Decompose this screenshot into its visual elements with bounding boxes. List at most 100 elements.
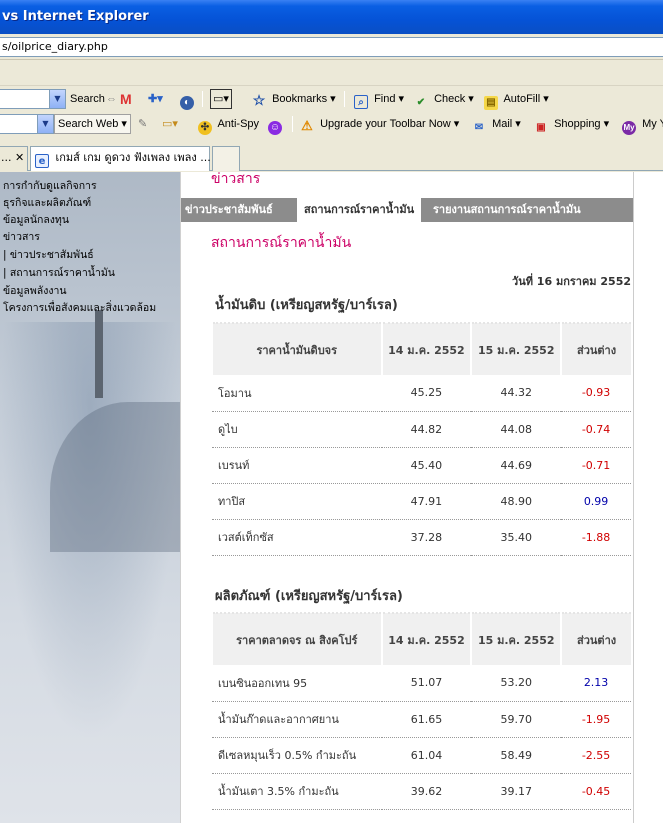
column-header: ราคาน้ำมันดิบจร xyxy=(211,322,382,375)
checkmark-icon: ✔ xyxy=(416,97,426,108)
bookmarks-button[interactable]: ☆ Bookmarks ▾ xyxy=(252,90,336,108)
search-label: Search xyxy=(70,93,105,105)
window-title: vs Internet Explorer xyxy=(2,9,149,24)
row-name: ดีเซลหมุนเร็ว 0.5% กำมะถัน xyxy=(212,737,382,774)
autofill-label: AutoFill xyxy=(503,93,541,105)
row-name: ทาปิส xyxy=(212,483,382,520)
sidebar-item-news[interactable]: ข่าวสาร xyxy=(3,228,40,245)
tab-active[interactable]: e เกมส์ เกม ดูดวง ฟังเพลง เพลง ... xyxy=(30,146,211,171)
row-name: ดูไบ xyxy=(212,411,382,448)
upgrade-button[interactable]: ⚠ Upgrade your Toolbar Now ▾ xyxy=(300,115,459,133)
tab-press-release[interactable]: ข่าวประชาสัมพันธ์ xyxy=(185,198,273,222)
table-row: ทาปิส 47.91 48.90 0.99 xyxy=(212,483,631,520)
my-yahoo-button[interactable]: My My Y xyxy=(622,115,663,135)
price-14: 39.62 xyxy=(381,773,472,810)
price-diff: -1.95 xyxy=(561,701,631,738)
close-icon[interactable]: ✕ xyxy=(15,151,24,164)
antispy-label: Anti-Spy xyxy=(217,118,260,130)
antispy-icon: ✣ xyxy=(198,121,212,135)
sidebar-item-csr[interactable]: โครงการเพื่อสังคมและสิ่งแวดล้อม xyxy=(3,299,156,316)
my-yahoo-icon: My xyxy=(622,121,636,135)
price-diff: -0.74 xyxy=(561,411,631,448)
address-input[interactable]: s/oilprice_diary.php xyxy=(0,37,663,57)
gmail-icon[interactable]: M xyxy=(120,90,132,108)
sidebar-item-business[interactable]: ธุรกิจและผลิตภัณฑ์ xyxy=(3,194,91,211)
price-14: 61.65 xyxy=(381,701,472,738)
table-row: ดูไบ 44.82 44.08 -0.74 xyxy=(212,411,631,448)
background-chimney xyxy=(95,310,103,398)
autofill-button[interactable]: ▤ AutoFill ▾ xyxy=(484,90,549,110)
tab-strip: ... ✕ e เกมส์ เกม ดูดวง ฟังเพลง เพลง ... xyxy=(0,137,663,171)
price-15: 44.69 xyxy=(471,447,562,484)
sidebar-item-governance[interactable]: การกำกับดูแลกิจการ xyxy=(3,177,97,194)
search-web-label: Search Web xyxy=(58,118,119,130)
plus-icon[interactable]: ✚▾ xyxy=(148,90,163,108)
ie-page-icon: e xyxy=(35,154,49,168)
row-name: โอมาน xyxy=(212,375,382,412)
popup-blocker-icon[interactable]: ▭▾ xyxy=(210,89,232,109)
new-tab-button[interactable] xyxy=(212,146,240,171)
mail-label: Mail xyxy=(492,118,513,130)
sidebar-item-press[interactable]: | ข่าวประชาสัมพันธ์ xyxy=(3,246,94,263)
messenger-icon[interactable]: ☺ xyxy=(268,115,285,135)
form-icon[interactable]: ▭▾ xyxy=(162,115,178,133)
shopping-label: Shopping xyxy=(554,118,601,130)
tab-oil-report[interactable]: รายงานสถานการณ์ราคาน้ำมัน xyxy=(433,198,581,222)
globe-icon[interactable]: ◐ xyxy=(180,90,197,110)
price-diff: -0.45 xyxy=(561,773,631,810)
pencil-icon[interactable]: ✎ xyxy=(138,115,147,133)
table-row: ดีเซลหมุนเร็ว 0.5% กำมะถัน 61.04 58.49 -… xyxy=(212,737,631,774)
search-toolbar: ▼ Search ⇔ M ✚▾ ◐ ▭▾ ☆ Bookmarks ▾ ⌕ Fin… xyxy=(0,86,663,112)
chevron-down-icon[interactable]: ▼ xyxy=(37,115,53,133)
page-headline: ข่าวสาร xyxy=(211,172,261,187)
column-header: ราคาตลาดจร ณ สิงคโปร์ xyxy=(211,612,382,665)
price-14: 51.07 xyxy=(381,665,472,702)
search-web-button[interactable]: Search Web ▾ xyxy=(54,114,131,134)
autofill-icon: ▤ xyxy=(484,96,498,110)
sidebar-item-oil-price[interactable]: | สถานการณ์ราคาน้ำมัน xyxy=(3,264,115,281)
find-button[interactable]: ⌕ Find ▾ xyxy=(354,90,404,109)
sidebar: การกำกับดูแลกิจการ ธุรกิจและผลิตภัณฑ์ ข้… xyxy=(0,172,180,823)
price-14: 45.40 xyxy=(381,447,472,484)
price-15: 48.90 xyxy=(471,483,562,520)
table-row: โอมาน 45.25 44.32 -0.93 xyxy=(212,375,631,412)
price-14: 61.04 xyxy=(381,737,472,774)
shopping-bag-icon: ▣ xyxy=(536,122,546,133)
yahoo-toolbar: ▼ Search Web ▾ ✎ ▭▾ ✣ Anti-Spy ☺ ⚠ Upgra… xyxy=(0,111,663,137)
toolbar-divider xyxy=(292,116,293,132)
right-panel-edge xyxy=(633,172,663,823)
sidebar-item-investor[interactable]: ข้อมูลนักลงทุน xyxy=(3,211,69,228)
products-table-title: ผลิตภัณฑ์ (เหรียญสหรัฐ/บาร์เรล) xyxy=(215,589,403,604)
antispy-button[interactable]: ✣ Anti-Spy xyxy=(198,115,260,135)
price-15: 59.70 xyxy=(471,701,562,738)
price-15: 58.49 xyxy=(471,737,562,774)
web-search-combo[interactable]: ▼ xyxy=(0,114,54,134)
crude-table-title: น้ำมันดิบ (เหรียญสหรัฐ/บาร์เรล) xyxy=(215,298,398,313)
price-15: 35.40 xyxy=(471,519,562,556)
mail-button[interactable]: ✉ Mail ▾ xyxy=(472,115,521,133)
price-14: 37.28 xyxy=(381,519,472,556)
row-name: น้ำมันก๊าดและอากาศยาน xyxy=(212,701,382,738)
bookmarks-label: Bookmarks xyxy=(272,93,328,105)
content-tabs: ข่าวประชาสัมพันธ์ สถานการณ์ราคาน้ำมัน รา… xyxy=(181,198,634,222)
search-button[interactable]: Search xyxy=(70,90,105,108)
main-content: ข่าวสาร ข่าวประชาสัมพันธ์ สถานการณ์ราคาน… xyxy=(180,172,634,823)
tab-previous[interactable]: ... ✕ xyxy=(0,146,28,171)
my-yahoo-label: My Y xyxy=(642,118,663,130)
column-header: 15 ม.ค. 2552 xyxy=(470,322,562,375)
price-14: 44.82 xyxy=(381,411,472,448)
chevron-down-icon[interactable]: ▼ xyxy=(49,90,65,108)
column-header: ส่วนต่าง xyxy=(560,612,631,665)
sidebar-item-energy[interactable]: ข้อมูลพลังงาน xyxy=(3,282,67,299)
price-diff: 0.99 xyxy=(561,483,631,520)
toolbar-spacer xyxy=(0,60,663,86)
spell-check-button[interactable]: ✔ Check ▾ xyxy=(414,90,474,108)
row-name: น้ำมันเตา 3.5% กำมะถัน xyxy=(212,773,382,810)
window-title-bar: vs Internet Explorer xyxy=(0,0,663,34)
section-title: สถานการณ์ราคาน้ำมัน xyxy=(211,235,352,251)
search-combo[interactable]: ▼ xyxy=(0,89,66,109)
shopping-button[interactable]: ▣ Shopping ▾ xyxy=(534,115,609,133)
tab-oil-price[interactable]: สถานการณ์ราคาน้ำมัน xyxy=(297,198,422,222)
price-14: 45.25 xyxy=(381,375,472,412)
row-name: เวสต์เท็กซัส xyxy=(212,519,382,556)
